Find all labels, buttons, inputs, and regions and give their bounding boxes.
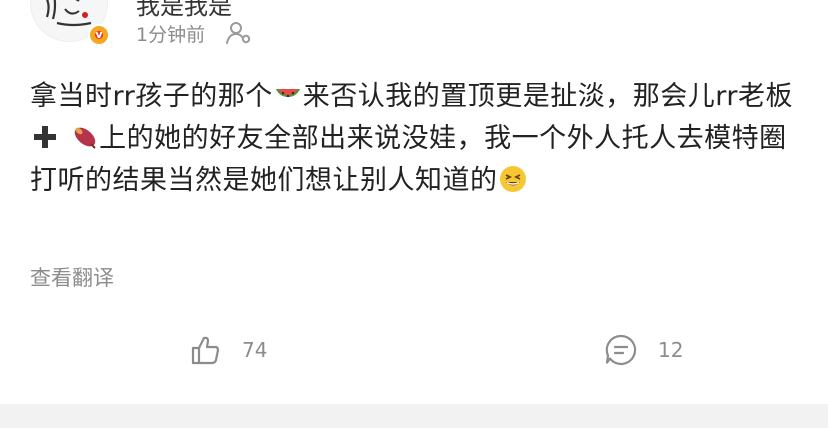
- thumbs-up-icon: [191, 336, 220, 365]
- post-text-part-3: 上的她的好友全部出来说没娃，我一个外人托人去模特圈打听的结果当然是她们想让别人知…: [30, 123, 787, 196]
- post-text-part-1: 拿当时rr孩子的那个: [30, 81, 273, 112]
- like-button[interactable]: 74: [188, 330, 267, 370]
- comment-bubble-icon: [605, 334, 637, 366]
- translate-link[interactable]: 查看翻译: [30, 262, 114, 292]
- avatar[interactable]: v: [30, 0, 110, 46]
- verified-badge-icon: v: [88, 24, 110, 46]
- username[interactable]: 我是我是: [136, 0, 232, 21]
- watermelon-emoji-icon: [273, 80, 303, 110]
- post-meta: 1分钟前: [136, 20, 253, 46]
- section-divider: [0, 404, 828, 428]
- plus-emoji-icon: [30, 122, 60, 152]
- post-time: 1分钟前: [136, 23, 206, 46]
- comment-button[interactable]: 12: [602, 330, 683, 370]
- post-text-part-2: 来否认我的置顶更是扯淡，那会儿rr老板: [302, 81, 793, 112]
- visibility-friends-icon: [226, 22, 251, 44]
- action-bar: 74 12: [0, 330, 828, 370]
- sweet-potato-emoji-icon: [69, 122, 99, 152]
- grinning-squint-emoji-icon: [498, 164, 528, 194]
- like-count: 74: [242, 338, 268, 362]
- comment-count: 12: [658, 338, 684, 362]
- post-content: 拿当时rr孩子的那个 来否认我的置顶更是扯淡，那会儿rr老板 上的她的好友全部出来…: [30, 76, 802, 202]
